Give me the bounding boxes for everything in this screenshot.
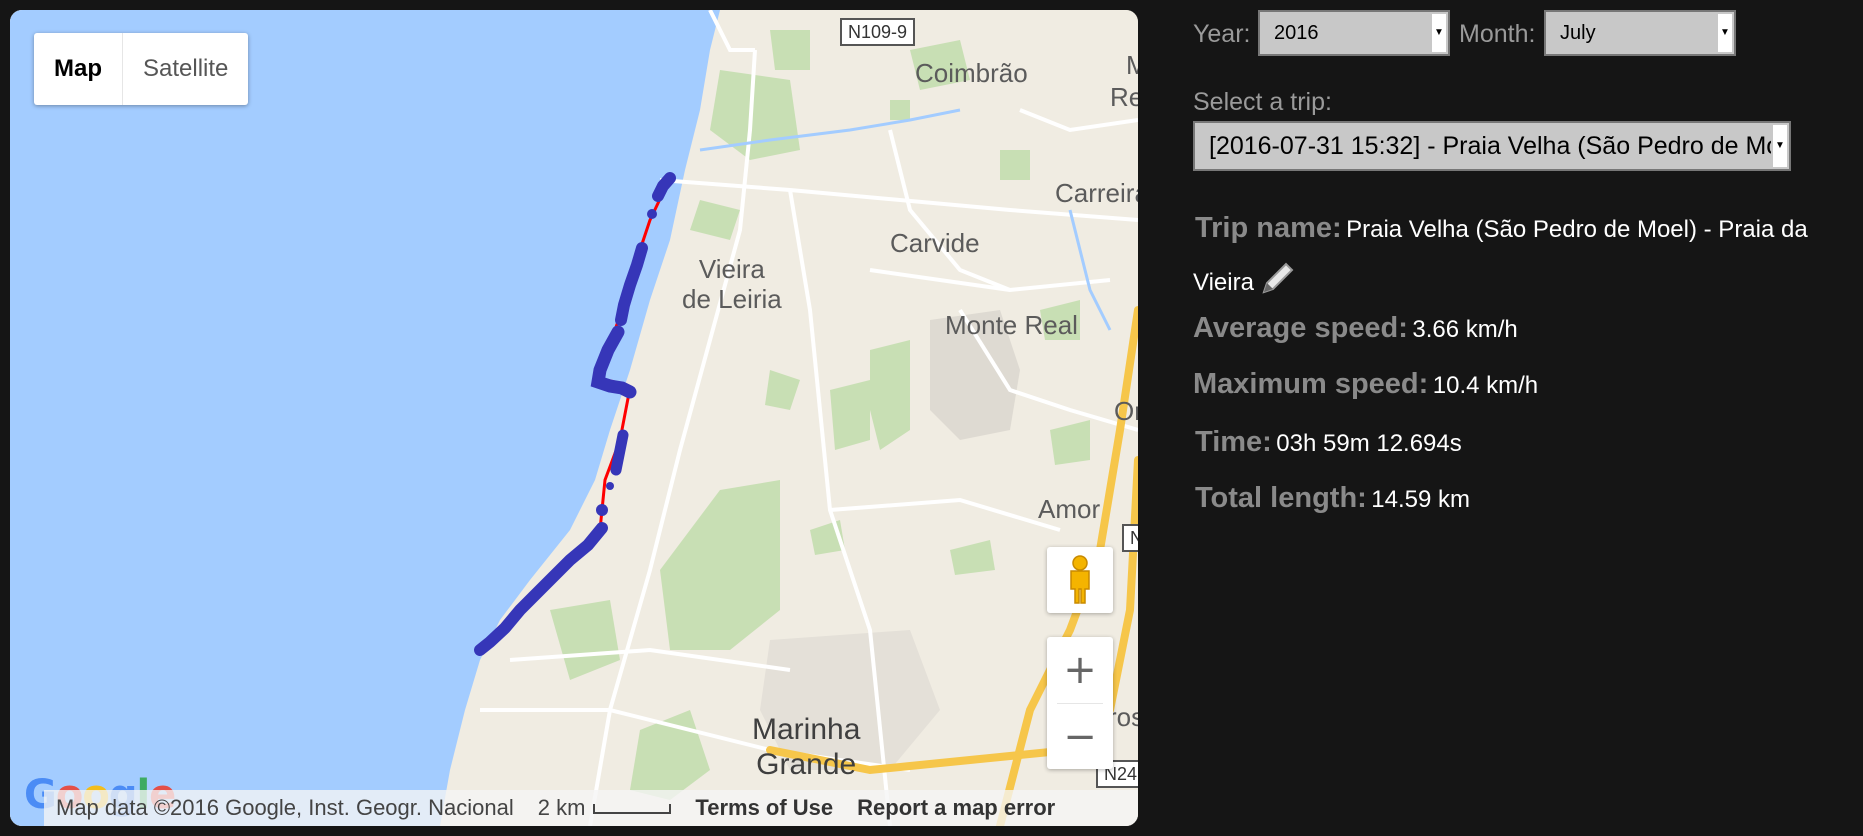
- trip-name-value-cont: Vieira: [1193, 269, 1254, 296]
- trip-select-label: Select a trip:: [1193, 88, 1332, 116]
- trip-name-row: Trip name: Praia Velha (São Pedro de Moe…: [1195, 212, 1808, 245]
- maximum-speed-value: 10.4 km/h: [1432, 372, 1539, 399]
- trip-name-value: Praia Velha (São Pedro de Moel) - Praia …: [1346, 216, 1808, 243]
- month-label: Month:: [1459, 20, 1536, 48]
- map-type-map-button[interactable]: Map: [34, 33, 123, 105]
- road-shield-n109-9: N109-9: [840, 18, 916, 46]
- map-canvas[interactable]: Coimbrão Carreira Carvide Vieira de Leir…: [10, 10, 1138, 826]
- time-label: Time:: [1195, 426, 1272, 458]
- place-label-edge-or: Or: [1114, 396, 1138, 426]
- place-label-coimbrao: Coimbrão: [915, 58, 1028, 88]
- zoom-out-button[interactable]: −: [1047, 704, 1113, 770]
- trip-name-label: Trip name:: [1195, 212, 1342, 244]
- pegman-icon: [1070, 555, 1090, 604]
- chevron-down-icon: ▼: [1432, 14, 1446, 52]
- scale-bar: [593, 804, 672, 815]
- map-scale[interactable]: 2 km: [526, 795, 684, 821]
- place-label-edge-re: Re: [1110, 82, 1138, 112]
- trip-name-row-2: Vieira: [1193, 258, 1298, 298]
- pencil-icon[interactable]: [1258, 258, 1298, 298]
- place-label-carvide: Carvide: [890, 228, 980, 258]
- average-speed-value: 3.66 km/h: [1412, 316, 1518, 343]
- map-type-control: Map Satellite: [34, 33, 249, 105]
- place-label-amor: Amor: [1038, 494, 1101, 524]
- maximum-speed-label: Maximum speed:: [1193, 368, 1429, 400]
- trip-select[interactable]: [2016-07-31 15:32] - Praia Velha (São Pe…: [1193, 121, 1791, 171]
- terms-of-use-link[interactable]: Terms of Use: [683, 795, 845, 821]
- map-base: [10, 10, 1138, 826]
- month-select[interactable]: July ▼: [1544, 10, 1736, 56]
- place-label-marinha-grande: Marinha Grande: [752, 713, 861, 781]
- road-shield-edge: N: [1122, 524, 1138, 552]
- chevron-down-icon: ▼: [1718, 14, 1732, 52]
- place-label-vieira: Vieira de Leiria: [682, 254, 782, 314]
- zoom-control: + −: [1047, 637, 1113, 769]
- average-speed-label: Average speed:: [1193, 312, 1408, 344]
- map-attribution: Map data ©2016 Google, Inst. Geogr. Naci…: [56, 795, 514, 820]
- place-label-monte-real: Monte Real: [945, 310, 1078, 340]
- street-view-pegman-button[interactable]: [1047, 547, 1113, 613]
- report-map-error-link[interactable]: Report a map error: [845, 795, 1067, 821]
- zoom-in-button[interactable]: +: [1047, 637, 1113, 703]
- time-row: Time: 03h 59m 12.694s: [1195, 426, 1462, 459]
- map-footer: Map data ©2016 Google, Inst. Geogr. Naci…: [44, 790, 1138, 826]
- time-value: 03h 59m 12.694s: [1276, 430, 1462, 457]
- year-label: Year:: [1193, 20, 1251, 48]
- chevron-down-icon: ▼: [1773, 125, 1787, 167]
- place-label-carreira: Carreira: [1055, 178, 1138, 208]
- map-type-satellite-button[interactable]: Satellite: [123, 33, 248, 105]
- maximum-speed-row: Maximum speed: 10.4 km/h: [1193, 368, 1538, 401]
- average-speed-row: Average speed: 3.66 km/h: [1193, 312, 1518, 345]
- total-length-value: 14.59 km: [1371, 486, 1470, 513]
- place-label-edge-m: M: [1126, 50, 1138, 80]
- total-length-row: Total length: 14.59 km: [1195, 482, 1470, 515]
- total-length-label: Total length:: [1195, 482, 1367, 514]
- year-select[interactable]: 2016 ▼: [1258, 10, 1450, 56]
